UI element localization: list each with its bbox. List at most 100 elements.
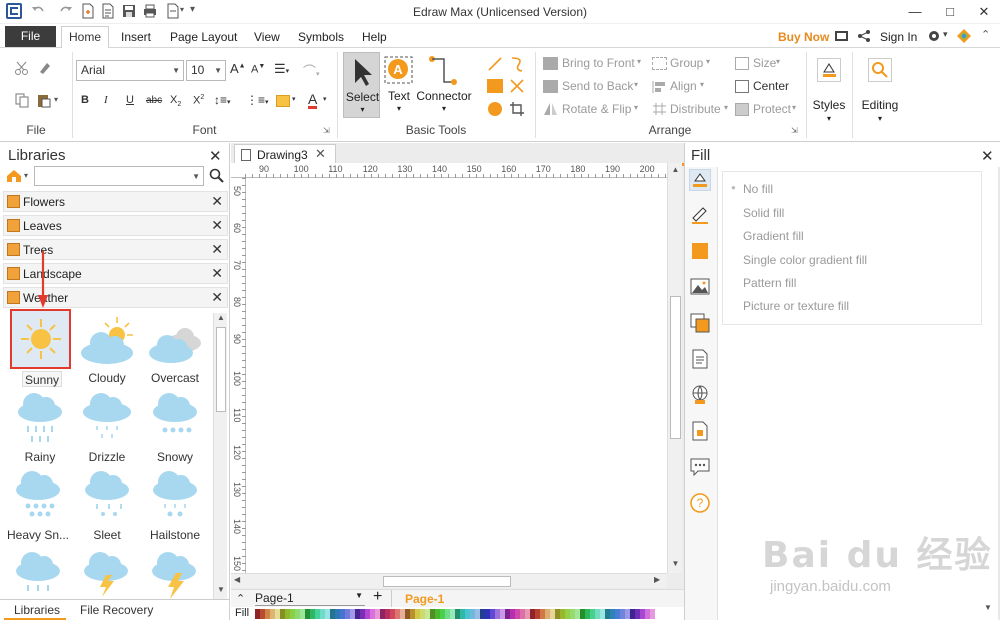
plugin-icon[interactable] (956, 28, 972, 44)
underline-icon[interactable]: U (126, 94, 134, 106)
color-swatches[interactable] (255, 609, 655, 619)
ellipse-tool-icon[interactable] (488, 102, 502, 116)
align-button[interactable]: Align (670, 79, 697, 93)
color-swatch[interactable] (650, 609, 655, 619)
minimize-button[interactable]: — (906, 3, 924, 21)
fill-option-single-gradient[interactable]: Single color gradient fill (743, 253, 867, 267)
scroll-thumb[interactable] (670, 296, 681, 439)
library-search-input[interactable]: ▼ (34, 166, 204, 186)
library-category-weather[interactable]: Weather✕ (3, 287, 228, 308)
tab-insert[interactable]: Insert (121, 30, 151, 44)
group-button[interactable]: Group (670, 56, 703, 70)
close-library-icon[interactable]: ✕ (211, 265, 223, 282)
libraries-close-icon[interactable]: ✕ (209, 147, 222, 165)
bold-icon[interactable]: B (81, 94, 89, 106)
paste-icon[interactable] (36, 92, 52, 108)
fill-option-no-fill[interactable]: No fill (743, 182, 773, 196)
library-category-landscape[interactable]: Landscape ✕ (3, 263, 228, 284)
connector-tool-button[interactable]: Connector ▾ (416, 52, 472, 118)
image-property-icon[interactable] (689, 276, 711, 298)
bring-to-front-dropdown-icon[interactable]: ▾ (637, 57, 641, 66)
protect-dropdown-icon[interactable]: ▾ (792, 103, 796, 112)
font-size-select[interactable]: 10 ▼ (186, 60, 226, 81)
tab-view[interactable]: View (254, 30, 280, 44)
text-tool-button[interactable]: A Text ▾ (382, 52, 416, 118)
distribute-dropdown-icon[interactable]: ▾ (724, 103, 728, 112)
canvas-vertical-scrollbar[interactable]: ▲ ▼ (667, 163, 682, 573)
paste-dropdown-icon[interactable]: ▾ (54, 95, 58, 104)
shrink-font-icon[interactable]: A▼ (251, 63, 265, 76)
fill-panel-close-icon[interactable]: ✕ (981, 147, 994, 165)
attachment-property-icon[interactable] (689, 420, 711, 442)
shape-sleet[interactable]: Sleet (73, 466, 141, 544)
page-properties-icon[interactable] (689, 348, 711, 370)
search-icon[interactable] (209, 168, 225, 184)
share-icon[interactable] (857, 29, 871, 43)
canvas-horizontal-scrollbar[interactable]: ◀ ▶ (231, 573, 667, 588)
line-tool-icon[interactable] (487, 56, 503, 72)
scroll-down-icon[interactable]: ▼ (214, 585, 228, 597)
library-category-leaves[interactable]: Leaves ✕ (3, 215, 228, 236)
page-tab-active[interactable]: Page-1 (405, 592, 444, 606)
document-tab-close-icon[interactable]: ✕ (315, 146, 326, 162)
line-property-icon[interactable] (689, 204, 711, 226)
bring-to-front-button[interactable]: Bring to Front (562, 56, 635, 70)
shape-snowy[interactable]: Snowy (141, 388, 209, 466)
scroll-left-icon[interactable]: ◀ (234, 575, 240, 584)
shapes-scrollbar[interactable]: ▲ ▼ (213, 313, 227, 600)
format-painter-icon[interactable] (37, 60, 53, 76)
polyline-tool-icon[interactable] (509, 78, 525, 94)
spacing-icon[interactable]: ⌒▾ (303, 61, 320, 80)
fill-panel-scroll-down-icon[interactable]: ▼ (984, 603, 992, 612)
tab-help[interactable]: Help (362, 30, 387, 44)
select-tool-button[interactable]: Select ▾ (343, 52, 380, 118)
shape-drizzle[interactable]: Drizzle (73, 388, 141, 466)
maximize-button[interactable]: □ (941, 3, 959, 21)
curve-tool-icon[interactable] (509, 55, 525, 73)
fill-option-solid[interactable]: Solid fill (743, 206, 784, 220)
collapse-pages-icon[interactable]: ⌃ (236, 592, 245, 605)
help-property-icon[interactable]: ? (689, 492, 711, 514)
copy-icon[interactable] (14, 92, 30, 108)
shape-sunny[interactable]: Sunny (6, 309, 74, 387)
styles-button[interactable]: Styles ▾ (813, 54, 845, 134)
comment-property-icon[interactable] (689, 456, 711, 478)
distribute-button[interactable]: Distribute (670, 102, 721, 116)
library-home-dropdown-icon[interactable]: ▾ (24, 171, 28, 180)
library-home-icon[interactable] (6, 169, 22, 183)
shape-overcast[interactable]: Overcast (141, 309, 209, 387)
shadow-property-icon[interactable] (689, 240, 711, 262)
font-name-select[interactable]: Arial ▼ (76, 60, 184, 81)
scroll-up-icon[interactable]: ▲ (668, 165, 683, 174)
fill-property-icon[interactable] (689, 169, 711, 191)
page-selector[interactable]: Page-1 ▼ (255, 591, 365, 606)
close-button[interactable]: ✕ (975, 3, 993, 21)
cart-icon[interactable] (834, 29, 850, 43)
font-color-dropdown-icon[interactable]: ▾ (323, 95, 327, 103)
size-button[interactable]: Size (753, 56, 776, 70)
close-library-icon[interactable]: ✕ (211, 193, 223, 210)
shape-hailstone[interactable]: Hailstone (141, 466, 209, 544)
center-button[interactable]: Center (753, 79, 789, 93)
drawing-canvas[interactable] (246, 178, 667, 573)
cut-icon[interactable] (14, 60, 30, 76)
font-dialog-launcher-icon[interactable]: ⇲ (323, 126, 330, 135)
group-dropdown-icon[interactable]: ▾ (706, 57, 710, 66)
bullets-icon[interactable]: ⋮≡▾ (246, 93, 269, 107)
editing-button[interactable]: Editing ▾ (860, 54, 900, 134)
text-highlight-icon[interactable] (276, 95, 290, 107)
fill-option-picture[interactable]: Picture or texture fill (743, 299, 849, 313)
strikethrough-icon[interactable]: abc (146, 95, 162, 106)
superscript-icon[interactable]: X2 (193, 94, 204, 107)
tab-file-recovery[interactable]: File Recovery (80, 603, 153, 617)
tab-home[interactable]: Home (61, 26, 109, 49)
grow-font-icon[interactable]: A▲ (230, 61, 246, 76)
rotate-flip-dropdown-icon[interactable]: ▾ (634, 103, 638, 112)
subscript-icon[interactable]: X2 (170, 94, 181, 108)
line-spacing-icon[interactable]: ↕≡▾ (214, 93, 231, 107)
shape-cloudy[interactable]: Cloudy (73, 309, 141, 387)
font-color-icon[interactable]: A (308, 92, 318, 109)
document-tab[interactable]: Drawing3 ✕ (234, 144, 336, 164)
send-to-back-dropdown-icon[interactable]: ▾ (634, 80, 638, 89)
scroll-up-icon[interactable]: ▲ (214, 313, 228, 325)
